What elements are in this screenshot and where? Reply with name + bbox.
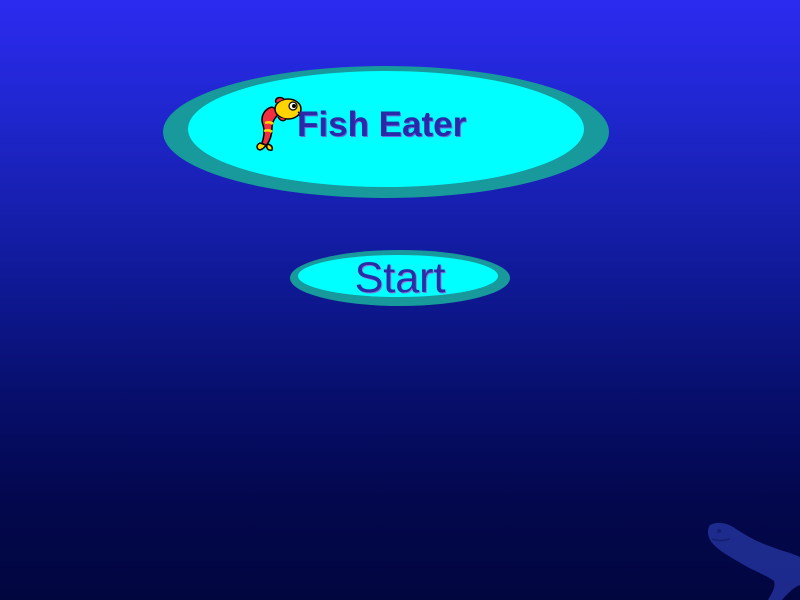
game-screen: { "title": { "text": "Fish Eater", "icon… <box>0 0 800 600</box>
game-title: Fish Eater <box>297 105 467 144</box>
start-button-label: Start <box>354 254 446 302</box>
start-button[interactable]: Start <box>290 250 510 306</box>
shark-silhouette-icon <box>707 522 800 600</box>
